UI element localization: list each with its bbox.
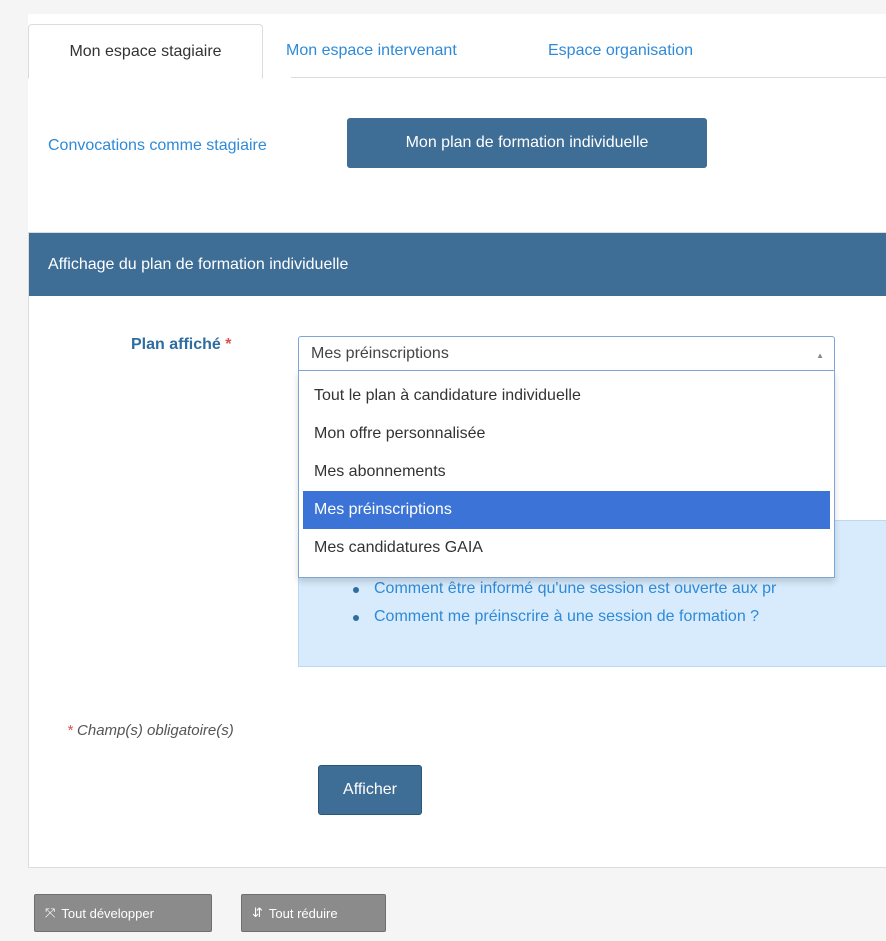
expand-icon: ⤧ xyxy=(45,905,56,920)
plan-select[interactable]: Mes préinscriptions ▲ xyxy=(298,336,835,370)
plan-affiche-label: Plan affiché * xyxy=(131,336,232,354)
required-note: * Champ(s) obligatoire(s) xyxy=(67,722,234,739)
option-offre-personnalisee[interactable]: Mon offre personnalisée xyxy=(299,415,834,453)
expand-all-button[interactable]: ⤧ Tout développer xyxy=(34,894,212,932)
top-tabs: Mon espace stagiaire Mon espace interven… xyxy=(28,24,886,79)
tab-espace-organisation[interactable]: Espace organisation xyxy=(548,24,693,78)
tab-mon-espace-stagiaire[interactable]: Mon espace stagiaire xyxy=(28,24,263,79)
collapse-icon: ⇵ xyxy=(252,905,263,920)
required-note-rest: Champ(s) obligatoire(s) xyxy=(77,722,234,739)
help-link-preinscrire[interactable]: Comment me préinscrire à une session de … xyxy=(350,603,776,631)
option-tout-le-plan[interactable]: Tout le plan à candidature individuelle xyxy=(299,377,834,415)
plan-dropdown: Tout le plan à candidature individuelle … xyxy=(298,370,835,578)
required-note-text: * xyxy=(67,722,73,739)
option-abonnements[interactable]: Mes abonnements xyxy=(299,453,834,491)
expand-all-label: Tout développer xyxy=(61,905,154,921)
option-preinscriptions[interactable]: Mes préinscriptions xyxy=(303,491,830,529)
tab-mon-espace-intervenant[interactable]: Mon espace intervenant xyxy=(286,24,457,78)
pill-plan-formation[interactable]: Mon plan de formation individuelle xyxy=(347,118,707,168)
panel-title: Affichage du plan de formation individue… xyxy=(29,233,886,296)
collapse-all-label: Tout réduire xyxy=(268,905,338,921)
collapse-all-button[interactable]: ⇵ Tout réduire xyxy=(241,894,386,932)
plan-affiche-label-text: Plan affiché xyxy=(131,336,221,353)
plan-select-value: Mes préinscriptions xyxy=(311,344,449,362)
afficher-button[interactable]: Afficher xyxy=(318,765,422,815)
required-star: * xyxy=(225,336,232,353)
caret-up-icon: ▲ xyxy=(816,351,824,360)
help-links: Comment être informé qu'une session est … xyxy=(350,575,776,631)
help-link-informe[interactable]: Comment être informé qu'une session est … xyxy=(350,575,776,603)
option-candidatures-gaia[interactable]: Mes candidatures GAIA xyxy=(299,529,834,567)
pill-convocations[interactable]: Convocations comme stagiaire xyxy=(48,130,267,162)
